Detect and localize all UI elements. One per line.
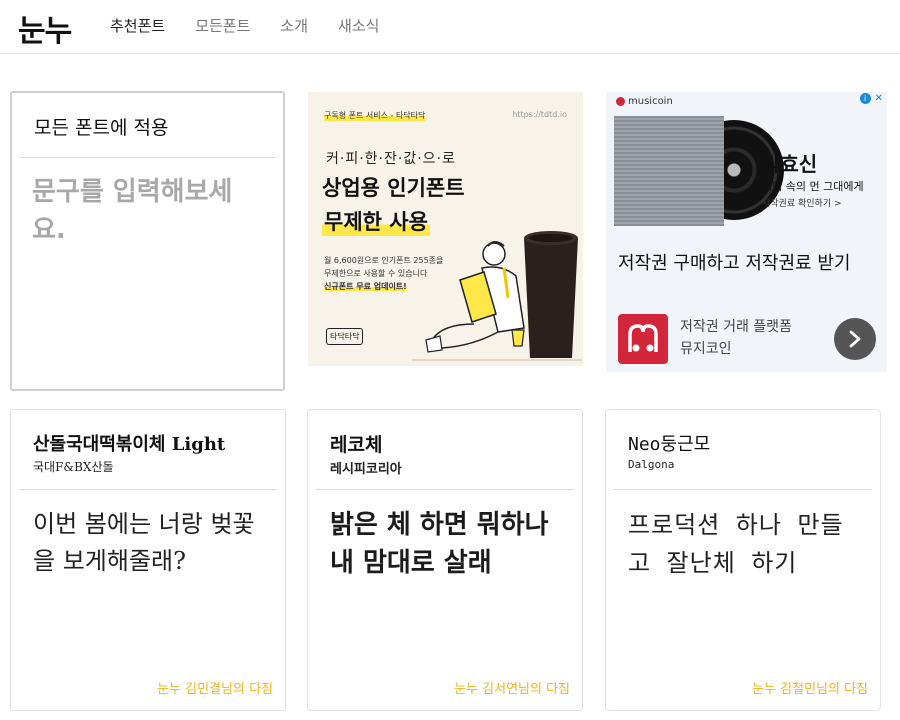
font-card[interactable]: Neo둥근모 Dalgona 프로덕션 하나 만들고 잘난체 하기 눈누 김철민… [605, 409, 881, 711]
site-logo[interactable]: 눈누 [18, 6, 72, 50]
font-author[interactable]: Dalgona [628, 458, 674, 471]
top-header: 눈누 추천폰트 모든폰트 소개 새소식 [0, 0, 900, 54]
chevron-right-icon [849, 330, 861, 348]
font-author[interactable]: 국대F&BX산돌 [33, 458, 114, 475]
ad-url: https://tdtd.io [512, 110, 567, 119]
ad-check-royalty-link[interactable]: 저작권료 확인하기 > [762, 196, 842, 209]
font-sample-text: 프로덕션 하나 만들고 잘난체 하기 [628, 511, 844, 577]
close-icon[interactable]: ✕ [875, 93, 883, 104]
ad-tagline: 커·피·한·잔·값·으·로 [326, 151, 456, 167]
musicoin-logo: musicoin [616, 96, 673, 107]
musicoin-app-icon[interactable] [618, 314, 668, 364]
font-author[interactable]: 레시피코리아 [330, 458, 402, 477]
ad-banner-musicoin[interactable]: musicoin i ✕ 박효신 기억 속의 먼 그대에게 저작권료 확인하기 … [606, 92, 887, 372]
album-artwork [614, 116, 784, 226]
ad-title[interactable]: 저작권 구매하고 저작권료 받기 [618, 250, 878, 278]
font-sample-text: 이번 봄에는 너랑 벚꽃을 보게해줄래? [33, 510, 255, 575]
nav-news[interactable]: 새소식 [338, 15, 379, 36]
nav-all-fonts[interactable]: 모든폰트 [195, 15, 250, 36]
info-icon[interactable]: i [859, 93, 871, 104]
apply-text-card: 모든 폰트에 적용 [10, 91, 285, 391]
ad-next-button[interactable] [834, 318, 876, 360]
musicoin-logo-text: musicoin [628, 96, 673, 107]
ad-desc-highlight: 신규폰트 무료 업데이트! [324, 282, 407, 291]
divider [316, 489, 574, 490]
ad-artist: 박효신 [762, 152, 818, 176]
musicoin-logo-icon [616, 97, 625, 106]
sample-text-input[interactable] [32, 173, 264, 273]
font-name[interactable]: Neo둥근모 [628, 430, 710, 456]
sample-credit: 눈누 김철민님의 다짐 [752, 682, 868, 697]
font-card[interactable]: 레코체 레시피코리아 밝은 체 하면 뭐하나 내 맘대로 살래 눈누 김서연님의… [307, 409, 583, 711]
ad-app-name-line: 저작권 거래 플랫폼 [680, 319, 792, 335]
font-card[interactable]: 산돌국대떡볶이체 Light 국대F&BX산돌 이번 봄에는 너랑 벚꽃을 보게… [10, 409, 286, 711]
main-nav: 추천폰트 모든폰트 소개 새소식 [110, 15, 379, 36]
divider [19, 489, 277, 490]
ad-app-name-line: 뮤지코인 [680, 341, 732, 357]
sample-credit: 눈누 김민결님의 다짐 [157, 682, 273, 697]
divider [614, 489, 872, 490]
nav-about[interactable]: 소개 [280, 15, 308, 36]
ad-headline: 상업용 인기폰트 [322, 176, 465, 200]
font-name[interactable]: 산돌국대떡볶이체 Light [33, 430, 225, 456]
ad-tag: 구독형 폰트 서비스 - 타닥타닥 [324, 110, 426, 121]
font-name[interactable]: 레코체 [330, 430, 382, 457]
ad-song-title: 기억 속의 먼 그대에게 [762, 180, 864, 193]
ad-brand-badge: 타닥타닥 [326, 328, 364, 345]
sample-credit: 눈누 김서연님의 다짐 [454, 682, 570, 697]
ad-choices: i ✕ [859, 93, 883, 104]
album-cover [614, 116, 724, 226]
font-sample-text: 밝은 체 하면 뭐하나 내 맘대로 살래 [330, 510, 549, 578]
ad-banner-tadaktadak[interactable]: 구독형 폰트 서비스 - 타닥타닥 https://tdtd.io 커·피·한·… [308, 92, 583, 366]
apply-text-title: 모든 폰트에 적용 [34, 117, 169, 139]
divider [20, 157, 275, 158]
coffee-laptop-illustration [412, 231, 582, 361]
nav-recommended-fonts[interactable]: 추천폰트 [110, 15, 165, 36]
ad-app-name: 저작권 거래 플랫폼 뮤지코인 [680, 316, 792, 360]
